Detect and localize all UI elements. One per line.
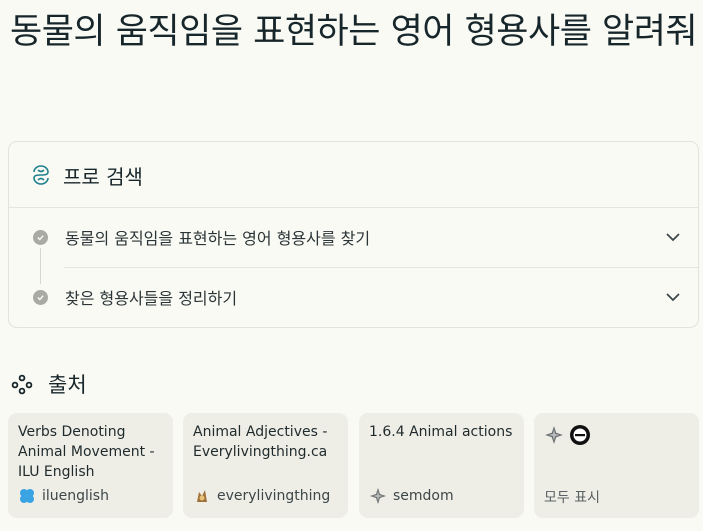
source-title: Animal Adjectives - Everylivingthing.ca: [193, 424, 328, 460]
pro-search-icon: [29, 163, 53, 187]
everylivingthing-favicon: [193, 487, 211, 505]
pro-search-step-1[interactable]: 동물의 움직임을 표현하는 영어 형용사를 찾기: [9, 208, 698, 266]
pro-search-header: 프로 검색: [29, 159, 143, 191]
source-card[interactable]: 1.6.4 Animal actions semdom: [359, 413, 524, 518]
pro-search-panel: 프로 검색 동물의 움직임을 표현하는 영어 형용사를 찾기 찾은 형용사들을 …: [8, 141, 699, 328]
iluenglish-favicon: [18, 487, 36, 505]
check-circle-icon: [33, 289, 48, 305]
source-domain: iluenglish: [42, 488, 109, 504]
semdom-favicon: [544, 425, 564, 445]
source-domain: semdom: [393, 488, 454, 504]
source-favicon: [569, 424, 591, 446]
chevron-down-icon[interactable]: [664, 228, 682, 246]
step-label: 동물의 움직임을 표현하는 영어 형용사를 찾기: [65, 229, 371, 248]
source-domain: everylivingthing: [217, 488, 331, 504]
chevron-down-icon[interactable]: [664, 288, 682, 306]
source-card[interactable]: Verbs Denoting Animal Movement - ILU Eng…: [8, 413, 173, 518]
step-label: 찾은 형용사들을 정리하기: [65, 289, 238, 308]
show-all-label: 모두 표시: [544, 490, 600, 506]
sources-header: 출처: [10, 368, 87, 400]
pro-search-label: 프로 검색: [63, 164, 143, 189]
sources-label: 출처: [48, 373, 87, 397]
source-title: Verbs Denoting Animal Movement - ILU Eng…: [18, 424, 155, 480]
check-circle-icon: [33, 229, 48, 245]
show-all-sources-button[interactable]: 모두 표시: [534, 413, 699, 518]
sources-icon: [10, 372, 34, 396]
source-card[interactable]: Animal Adjectives - Everylivingthing.ca …: [183, 413, 348, 518]
semdom-favicon: [369, 487, 387, 505]
page-title: 동물의 움직임을 표현하는 영어 형용사를 알려줘: [10, 12, 698, 52]
pro-search-step-2[interactable]: 찾은 형용사들을 정리하기: [9, 268, 698, 326]
source-title: 1.6.4 Animal actions: [369, 424, 513, 440]
